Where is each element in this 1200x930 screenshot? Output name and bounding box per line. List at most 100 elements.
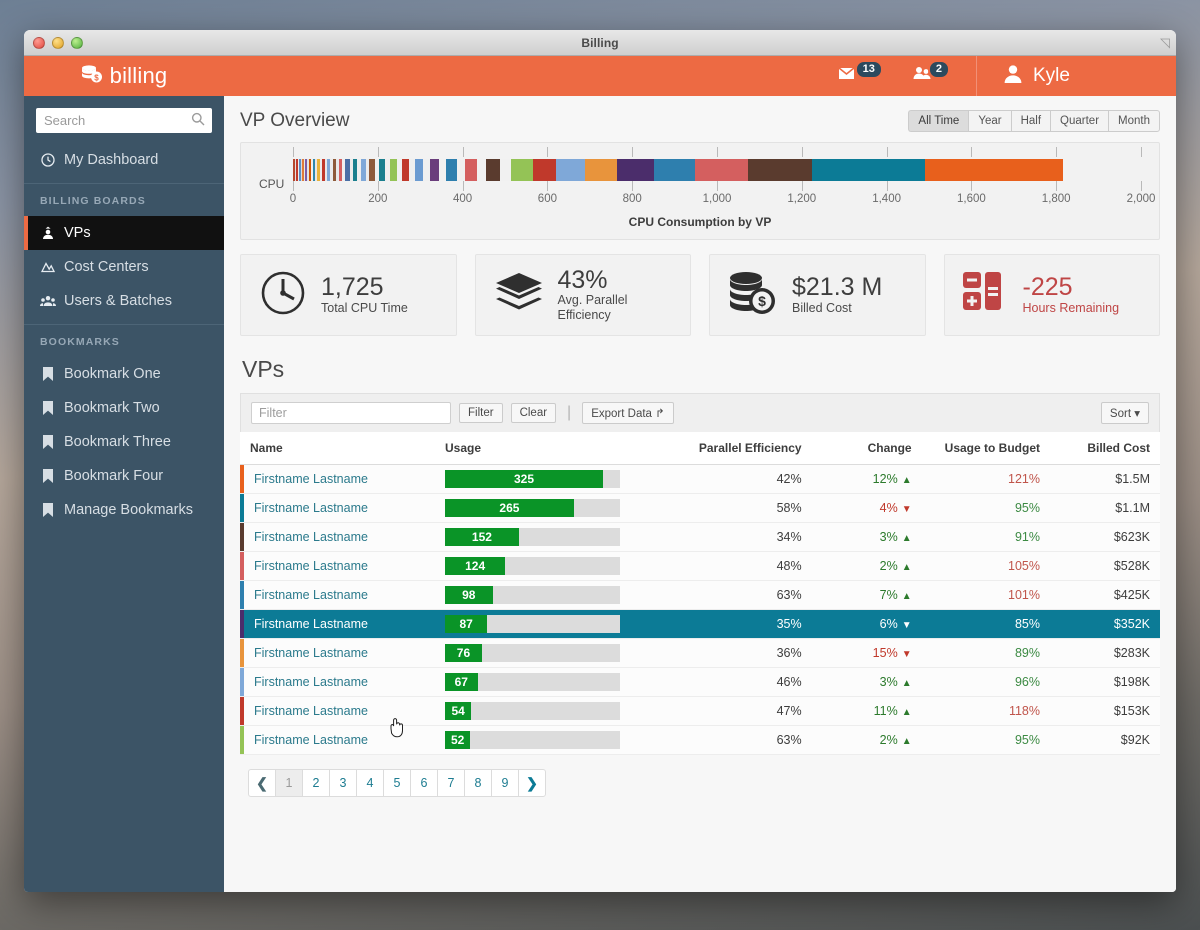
search-input[interactable] — [36, 113, 212, 128]
pagination-page-7[interactable]: 7 — [437, 769, 465, 797]
cell-name[interactable]: Firstname Lastname — [240, 551, 435, 581]
chart-segment[interactable] — [500, 159, 512, 181]
cell-name[interactable]: Firstname Lastname — [240, 522, 435, 552]
filter-input[interactable] — [251, 402, 451, 424]
column-header-name[interactable]: Name — [240, 432, 435, 465]
clear-button[interactable]: Clear — [510, 403, 557, 423]
chart-segment[interactable] — [533, 159, 557, 181]
column-header-usage-to-budget[interactable]: Usage to Budget — [921, 432, 1050, 465]
minimize-window-button[interactable] — [52, 37, 64, 49]
pagination-next[interactable]: ❯ — [518, 769, 546, 797]
chart-segment[interactable] — [429, 159, 439, 181]
usage-value: 67 — [454, 675, 468, 689]
sidebar-item-vps[interactable]: VPs — [24, 216, 224, 250]
column-header-billed-cost[interactable]: Billed Cost — [1050, 432, 1160, 465]
search-box[interactable] — [36, 108, 212, 133]
sidebar-item-my-dashboard[interactable]: My Dashboard — [24, 143, 224, 177]
table-row[interactable]: Firstname Lastname 52 63% 2% ▲ 95% $92K — [240, 725, 1160, 755]
sidebar-item-bookmark-two[interactable]: Bookmark Two — [24, 391, 224, 425]
chart-x-tick-label: 1,200 — [787, 193, 817, 205]
contacts-notification[interactable]: 2 — [913, 59, 950, 86]
column-header-usage[interactable]: Usage — [435, 432, 675, 465]
pagination-page-6[interactable]: 6 — [410, 769, 438, 797]
usage-bar-fill: 124 — [445, 557, 506, 575]
sidebar-item-bookmark-one[interactable]: Bookmark One — [24, 357, 224, 391]
close-window-button[interactable] — [33, 37, 45, 49]
cell-name[interactable]: Firstname Lastname — [240, 493, 435, 523]
resize-grip-icon[interactable]: ◹ — [1160, 35, 1170, 51]
sidebar-item-users-batches[interactable]: Users & Batches — [24, 284, 224, 318]
time-filter-all-time[interactable]: All Time — [908, 110, 969, 132]
cell-parallel-efficiency: 48% — [675, 551, 812, 581]
chart-segment[interactable] — [924, 159, 1063, 181]
sort-button[interactable]: Sort ▾ — [1100, 402, 1149, 424]
table-row[interactable]: Firstname Lastname 67 46% 3% ▲ 96% $198K — [240, 667, 1160, 697]
cell-parallel-efficiency: 36% — [675, 638, 812, 668]
chart-segment[interactable] — [446, 159, 457, 181]
chart-segment[interactable] — [477, 159, 487, 181]
chart-segment[interactable] — [556, 159, 585, 181]
column-header-change[interactable]: Change — [811, 432, 922, 465]
chart-tick — [377, 147, 379, 157]
chart-tick — [886, 147, 888, 157]
chart-segment[interactable] — [486, 159, 501, 181]
user-menu[interactable]: Kyle — [976, 56, 1176, 96]
chart-segment[interactable] — [747, 159, 813, 181]
table-row[interactable]: Firstname Lastname 152 34% 3% ▲ 91% $623K — [240, 522, 1160, 552]
pagination-page-9[interactable]: 9 — [491, 769, 519, 797]
sidebar-item-bookmark-four[interactable]: Bookmark Four — [24, 459, 224, 493]
sidebar-item-manage-bookmarks[interactable]: Manage Bookmarks — [24, 493, 224, 527]
brand-logo[interactable]: $ billing — [24, 56, 224, 96]
filter-button[interactable]: Filter — [459, 403, 503, 423]
cell-name[interactable]: Firstname Lastname — [240, 609, 435, 639]
chart-segment[interactable] — [511, 159, 534, 181]
pagination-page-2[interactable]: 2 — [302, 769, 330, 797]
table-row[interactable]: Firstname Lastname 76 36% 15% ▼ 89% $283K — [240, 638, 1160, 668]
pagination-page-4[interactable]: 4 — [356, 769, 384, 797]
chart-segment[interactable] — [653, 159, 696, 181]
cell-name[interactable]: Firstname Lastname — [240, 667, 435, 697]
cell-name[interactable]: Firstname Lastname — [240, 638, 435, 668]
table-row[interactable]: Firstname Lastname 325 42% 12% ▲ 121% $1.5M — [240, 464, 1160, 494]
table-row[interactable]: Firstname Lastname 54 47% 11% ▲ 118% $153K — [240, 696, 1160, 726]
pagination-page-5[interactable]: 5 — [383, 769, 411, 797]
pagination-prev[interactable]: ❮ — [248, 769, 276, 797]
time-filter-year[interactable]: Year — [968, 110, 1011, 132]
chart-segment[interactable] — [465, 159, 478, 181]
pagination[interactable]: ❮ 1 2 3 4 5 6 7 8 9 ❯ — [240, 755, 1160, 797]
cell-name[interactable]: Firstname Lastname — [240, 464, 435, 494]
pagination-page-3[interactable]: 3 — [329, 769, 357, 797]
messages-notification[interactable]: 13 — [838, 59, 883, 86]
column-header-parallel-efficiency[interactable]: Parallel Efficiency — [675, 432, 812, 465]
table-row[interactable]: Firstname Lastname 265 58% 4% ▼ 95% $1.1M — [240, 493, 1160, 523]
triangle-up-icon: ▲ — [901, 562, 912, 573]
cell-name[interactable]: Firstname Lastname — [240, 696, 435, 726]
sidebar-item-bookmark-three[interactable]: Bookmark Three — [24, 425, 224, 459]
cell-name[interactable]: Firstname Lastname — [240, 725, 435, 755]
chart-segment[interactable] — [584, 159, 617, 181]
chart-segment[interactable] — [401, 159, 410, 181]
time-range-filter[interactable]: All Time Year Half Quarter Month — [908, 110, 1160, 132]
chart-segment[interactable] — [438, 159, 447, 181]
table-row[interactable]: Firstname Lastname 87 35% 6% ▼ 85% $352K — [240, 609, 1160, 639]
table-row[interactable]: Firstname Lastname 124 48% 2% ▲ 105% $528K — [240, 551, 1160, 581]
chart-segment[interactable] — [389, 159, 397, 181]
chart-segment[interactable] — [616, 159, 654, 181]
time-filter-quarter[interactable]: Quarter — [1050, 110, 1109, 132]
table-row[interactable]: Firstname Lastname 98 63% 7% ▲ 101% $425K — [240, 580, 1160, 610]
time-filter-half[interactable]: Half — [1010, 110, 1051, 132]
pagination-page-8[interactable]: 8 — [464, 769, 492, 797]
triangle-up-icon: ▲ — [901, 707, 912, 718]
chart-segment[interactable] — [414, 159, 424, 181]
chart-segment[interactable] — [812, 159, 925, 181]
time-filter-month[interactable]: Month — [1108, 110, 1160, 132]
chart-segment[interactable] — [456, 159, 466, 181]
export-data-button[interactable]: Export Data ↱ — [582, 402, 674, 424]
sidebar-item-cost-centers[interactable]: Cost Centers — [24, 250, 224, 284]
chart-segment[interactable] — [695, 159, 748, 181]
cell-name[interactable]: Firstname Lastname — [240, 580, 435, 610]
chart-tick — [462, 147, 464, 157]
pagination-page-1[interactable]: 1 — [275, 769, 303, 797]
maximize-window-button[interactable] — [71, 37, 83, 49]
window-controls[interactable] — [33, 37, 83, 49]
